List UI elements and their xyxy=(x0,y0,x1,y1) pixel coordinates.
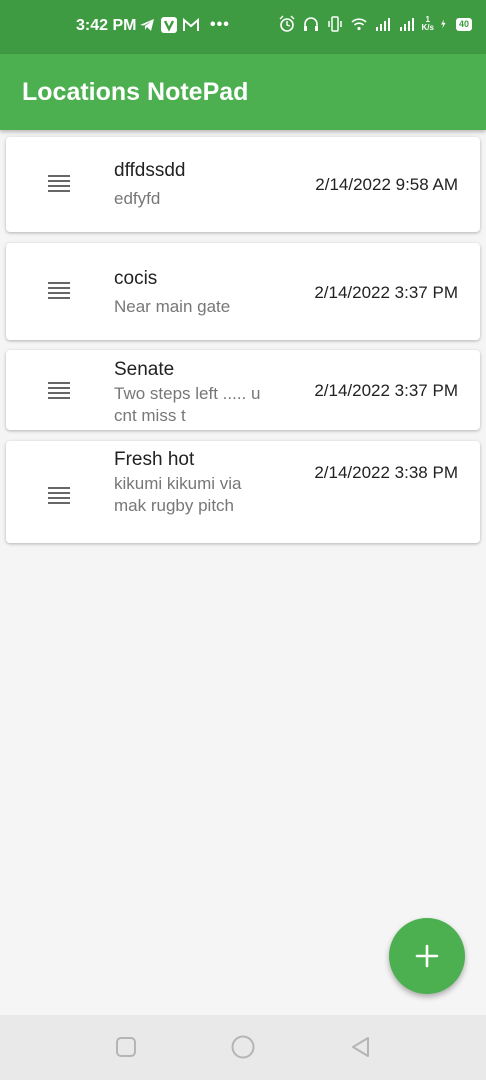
gmail-icon xyxy=(183,17,199,31)
charging-icon xyxy=(441,19,446,29)
note-date: 2/14/2022 3:37 PM xyxy=(314,381,458,400)
network-speed: 1 K/s xyxy=(422,16,434,32)
battery-level: 40 xyxy=(455,17,472,31)
note-subtitle: kikumi kikumi via mak rugby pitch xyxy=(114,474,242,515)
note-date: 2/14/2022 3:38 PM xyxy=(314,463,458,482)
note-date: 2/14/2022 9:58 AM xyxy=(315,175,458,194)
note-date: 2/14/2022 3:37 PM xyxy=(314,283,458,302)
vpn-icon xyxy=(161,17,177,33)
status-time: 3:42 PM xyxy=(76,17,137,34)
note-title: dffdssdd xyxy=(114,160,186,181)
status-right-icons: 1 K/s 40 xyxy=(278,15,472,33)
vibrate-icon xyxy=(327,16,342,32)
note-title: Senate xyxy=(114,359,175,380)
headset-icon xyxy=(303,17,318,31)
plus-icon xyxy=(415,944,439,968)
recents-icon[interactable] xyxy=(114,1035,138,1059)
drag-handle-icon[interactable] xyxy=(48,175,70,193)
status-left-icons: ••• xyxy=(138,16,230,34)
status-bar: 3:42 PM ••• 1 K/s 40 xyxy=(0,0,486,54)
telegram-icon xyxy=(140,19,154,31)
note-title: Fresh hot xyxy=(114,449,195,470)
network-speed-unit: K/s xyxy=(421,23,434,32)
note-card[interactable]: Fresh hot kikumi kikumi via mak rugby pi… xyxy=(6,441,480,543)
drag-handle-icon[interactable] xyxy=(48,382,70,400)
more-notifications-dots: ••• xyxy=(210,16,230,33)
note-subtitle: Two steps left ..... u cnt miss t xyxy=(114,384,261,425)
note-card[interactable]: Senate Two steps left ..... u cnt miss t… xyxy=(6,350,480,430)
note-subtitle: Near main gate xyxy=(114,297,231,316)
note-title: cocis xyxy=(114,268,158,289)
home-icon[interactable] xyxy=(230,1034,256,1060)
signal-icon xyxy=(375,18,390,31)
drag-handle-icon[interactable] xyxy=(48,282,70,300)
app-title: Locations NotePad xyxy=(22,78,249,106)
back-icon[interactable] xyxy=(349,1035,373,1059)
drag-handle-icon[interactable] xyxy=(48,487,70,505)
alarm-icon xyxy=(279,15,295,32)
note-subtitle: edfyfd xyxy=(114,189,161,208)
app-bar: Locations NotePad xyxy=(0,54,486,130)
add-note-button[interactable] xyxy=(389,918,465,994)
note-card[interactable]: cocis Near main gate 2/14/2022 3:37 PM xyxy=(6,243,480,340)
wifi-icon xyxy=(350,18,367,31)
note-card[interactable]: dffdssdd edfyfd 2/14/2022 9:58 AM xyxy=(6,137,480,232)
signal-icon-2 xyxy=(399,18,414,31)
navigation-bar xyxy=(0,1015,486,1080)
